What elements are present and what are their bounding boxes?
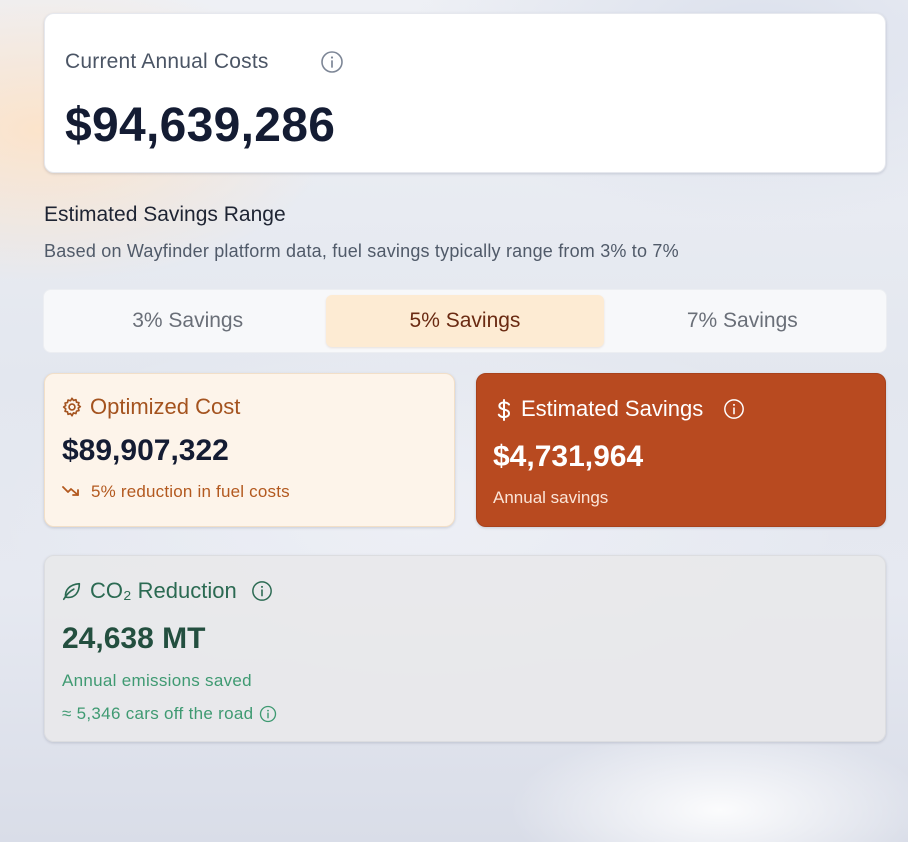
- leaf-icon: [61, 580, 83, 607]
- info-icon[interactable]: [259, 705, 277, 723]
- tab-7-percent[interactable]: 7% Savings: [604, 295, 881, 347]
- estimated-savings-card: Estimated Savings $4,731,964 Annual savi…: [476, 373, 886, 527]
- savings-range-title: Estimated Savings Range: [44, 203, 286, 226]
- estimated-savings-title: Estimated Savings: [521, 396, 704, 421]
- co2-reduction-subtitle: Annual emissions saved: [62, 671, 252, 690]
- estimated-savings-subtitle: Annual savings: [493, 488, 609, 507]
- optimized-cost-note: 5% reduction in fuel costs: [62, 482, 290, 502]
- cars-off-road-text: ≈ 5,346 cars off the road: [62, 704, 254, 723]
- savings-tabs: 3% Savings 5% Savings 7% Savings: [43, 289, 887, 353]
- current-costs-value: $94,639,286: [65, 99, 336, 152]
- tab-5-percent[interactable]: 5% Savings: [326, 295, 604, 347]
- co2-reduction-card: CO₂ Reduction 24,638 MT Annual emissions…: [44, 555, 886, 742]
- co2-reduction-value: 24,638 MT: [62, 622, 206, 655]
- optimized-cost-title: Optimized Cost: [90, 394, 241, 419]
- info-icon[interactable]: [320, 50, 344, 79]
- current-costs-label: Current Annual Costs: [65, 50, 269, 73]
- info-icon[interactable]: [251, 580, 273, 607]
- optimized-cost-note-text: 5% reduction in fuel costs: [90, 482, 290, 501]
- dollar-icon: [495, 398, 513, 427]
- optimized-cost-card: Optimized Cost $89,907,322 5% reduction …: [44, 373, 455, 527]
- gear-icon: [61, 396, 83, 423]
- co2-reduction-title: CO₂ Reduction: [90, 578, 237, 603]
- optimized-cost-value: $89,907,322: [62, 434, 229, 467]
- info-icon[interactable]: [723, 398, 745, 425]
- tab-3-percent[interactable]: 3% Savings: [49, 295, 326, 347]
- current-costs-card: Current Annual Costs $94,639,286: [44, 13, 886, 173]
- cars-off-road-row: ≈ 5,346 cars off the road: [62, 704, 277, 724]
- savings-range-description: Based on Wayfinder platform data, fuel s…: [44, 241, 679, 261]
- estimated-savings-value: $4,731,964: [493, 440, 644, 473]
- trending-down-icon: [62, 482, 85, 501]
